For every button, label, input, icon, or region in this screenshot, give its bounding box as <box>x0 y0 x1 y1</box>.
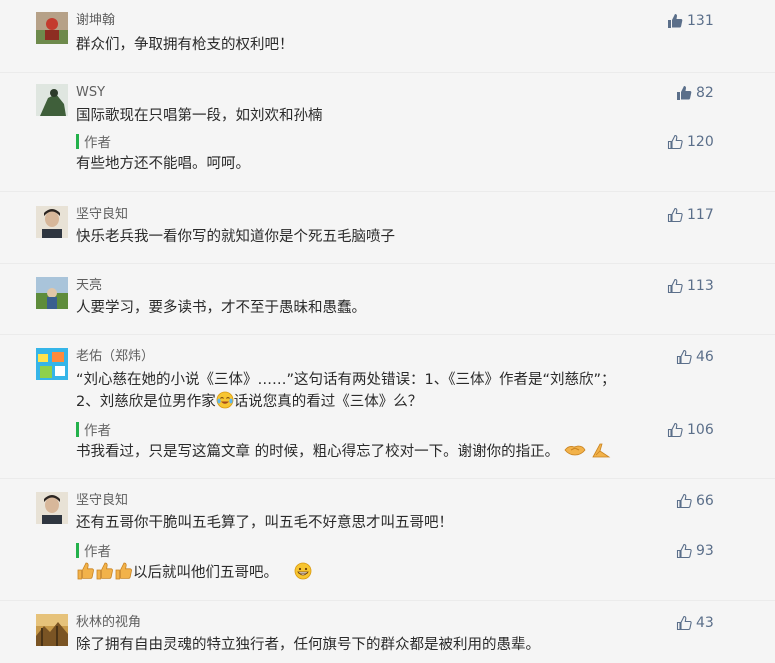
avatar[interactable] <box>36 206 68 238</box>
comment-text-line2: 2、刘慈欣是位男作家 话说您真的看过《三体》么？ <box>76 391 422 413</box>
like-count: 43 <box>696 615 714 631</box>
like-button[interactable]: 46 <box>676 348 714 366</box>
thumbs-up-outline-icon <box>676 349 692 365</box>
like-count: 120 <box>687 134 714 150</box>
like-count: 66 <box>696 493 714 509</box>
comment-text: “刘心慈在她的小说《三体》……”这句话有两处错误：1、《三体》作者是“刘慈欣”； <box>76 372 616 388</box>
author-label: 作者 <box>84 135 111 151</box>
avatar[interactable] <box>36 348 68 380</box>
thumbs-up-outline-icon <box>667 134 683 150</box>
like-button[interactable]: 82 <box>676 84 714 102</box>
avatar[interactable] <box>36 84 68 116</box>
divider <box>0 263 775 264</box>
reply-text: 有些地方还不能唱。呵呵。 <box>76 156 250 172</box>
author-indicator <box>76 133 79 149</box>
author-indicator <box>76 421 79 437</box>
username[interactable]: 天亮 <box>76 277 102 294</box>
author-indicator <box>76 542 79 558</box>
reply-like-button[interactable]: 120 <box>667 133 714 151</box>
avatar[interactable] <box>36 492 68 524</box>
thumbs-up-outline-icon <box>667 422 683 438</box>
handshake-emoji-icon <box>564 445 586 456</box>
comment-text: 人要学习，要多读书，才不至于愚昧和愚蠢。 <box>76 300 366 316</box>
comment-list: 谢坤翰 群众们，争取拥有枪支的权利吧！ 131 WSY 国际歌现在只唱第一段，如… <box>0 0 775 663</box>
praying-hands-emoji-icon <box>592 443 611 458</box>
divider <box>0 191 775 192</box>
laughing-crying-emoji-icon <box>216 391 234 409</box>
username[interactable]: 坚守良知 <box>76 492 128 509</box>
username[interactable]: 坚守良知 <box>76 206 128 223</box>
like-count: 93 <box>696 543 714 559</box>
author-reply-label: 作者 <box>76 542 111 560</box>
comment-text: 国际歌现在只唱第一段，如刘欢和孙楠 <box>76 108 323 124</box>
reply-text-line: 书我看过，只是写这篇文章 的时候，粗心得忘了校对一下。谢谢你的指正。 <box>76 441 612 463</box>
comment-text-segment: 2、刘慈欣是位男作家 <box>76 394 216 410</box>
username[interactable]: 秋林的视角 <box>76 614 141 631</box>
thumbs-up-emoji-icon <box>77 562 94 580</box>
thumbs-up-filled-icon <box>668 14 683 28</box>
grinning-emoji-icon <box>294 562 312 580</box>
divider <box>0 600 775 601</box>
thumbs-up-outline-icon <box>667 278 683 294</box>
username[interactable]: 谢坤翰 <box>76 12 115 29</box>
reply-like-button[interactable]: 93 <box>676 542 714 560</box>
reply-text: 书我看过，只是写这篇文章 的时候，粗心得忘了校对一下。谢谢你的指正。 <box>76 444 560 460</box>
avatar[interactable] <box>36 614 68 646</box>
comment-text: 除了拥有自由灵魂的特立独行者，任何旗号下的群众都是被利用的愚辈。 <box>76 637 540 653</box>
thumbs-up-outline-icon <box>676 493 692 509</box>
like-button[interactable]: 117 <box>667 206 714 224</box>
username[interactable]: WSY <box>76 84 105 101</box>
divider <box>0 72 775 73</box>
avatar[interactable] <box>36 12 68 44</box>
like-button[interactable]: 113 <box>667 277 714 295</box>
reply-text-line: 以后就叫他们五哥吧。 <box>76 562 313 584</box>
like-count: 131 <box>687 13 714 29</box>
author-reply-label: 作者 <box>76 133 111 151</box>
like-count: 113 <box>687 278 714 294</box>
like-button[interactable]: 43 <box>676 614 714 632</box>
divider <box>0 334 775 335</box>
like-count: 117 <box>687 207 714 223</box>
thumbs-up-filled-icon <box>677 86 692 100</box>
thumbs-up-outline-icon <box>676 543 692 559</box>
avatar[interactable] <box>36 277 68 309</box>
comment-text-segment: 话说您真的看过《三体》么？ <box>233 394 423 410</box>
reply-text: 以后就叫他们五哥吧。 <box>133 565 278 581</box>
author-label: 作者 <box>84 544 111 560</box>
like-button[interactable]: 66 <box>676 492 714 510</box>
comment-text: 还有五哥你干脆叫五毛算了，叫五毛不好意思才叫五哥吧！ <box>76 515 453 531</box>
thumbs-up-outline-icon <box>667 207 683 223</box>
like-count: 106 <box>687 422 714 438</box>
comment-text: 群众们，争取拥有枪支的权利吧！ <box>76 37 294 53</box>
reply-like-button[interactable]: 106 <box>667 421 714 439</box>
username[interactable]: 老佑（郑炜） <box>76 348 154 365</box>
comment-text: 快乐老兵我一看你写的就知道你是个死五毛脑喷子 <box>76 229 395 245</box>
thumbs-up-emoji-icon <box>96 562 113 580</box>
divider <box>0 478 775 479</box>
like-button[interactable]: 131 <box>667 12 714 30</box>
author-reply-label: 作者 <box>76 421 111 439</box>
thumbs-up-outline-icon <box>676 615 692 631</box>
like-count: 46 <box>696 349 714 365</box>
like-count: 82 <box>696 85 714 101</box>
author-label: 作者 <box>84 423 111 439</box>
thumbs-up-emoji-icon <box>115 562 132 580</box>
